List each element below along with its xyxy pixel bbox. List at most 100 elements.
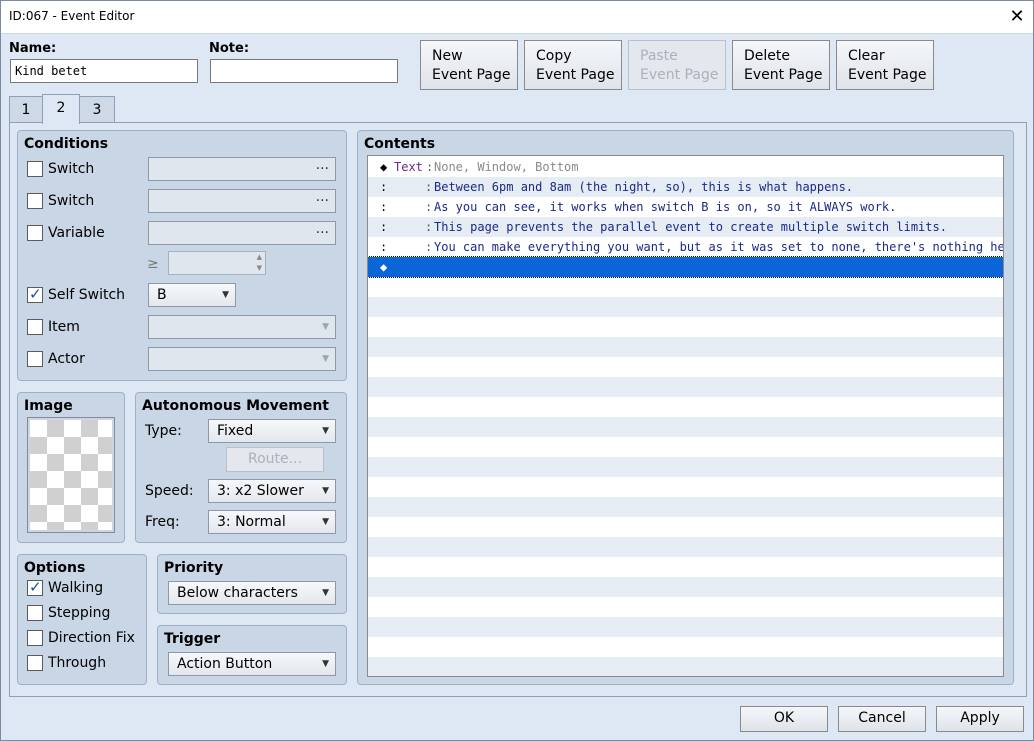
paste-event-page-button[interactable]: Paste Event Page <box>628 40 726 90</box>
options-title: Options <box>24 560 86 576</box>
tab-page-3[interactable]: 3 <box>79 96 115 122</box>
variable-value-spinner[interactable]: ▲ ▼ <box>168 251 266 275</box>
chevron-down-icon: ▼ <box>322 588 329 598</box>
tab-page-1[interactable]: 1 <box>9 96 43 122</box>
self-switch-label: Self Switch <box>48 287 126 303</box>
movement-speed-value: 3: x2 Slower <box>217 483 304 499</box>
button-line: Event Page <box>848 67 927 83</box>
variable-checkbox[interactable] <box>27 225 43 241</box>
speed-label: Speed: <box>145 483 194 499</box>
button-line: Event Page <box>640 67 719 83</box>
actor-label: Actor <box>48 351 85 367</box>
switch1-label: Switch <box>48 161 95 177</box>
priority-dropdown[interactable]: Below characters ▼ <box>168 581 336 605</box>
actor-dropdown[interactable]: ▼ <box>148 347 336 371</box>
event-command-list[interactable]: ◆ Text : None, Window, Bottom : : Betwee… <box>367 155 1004 677</box>
empty-row <box>368 497 1003 517</box>
button-line: Event Page <box>744 67 823 83</box>
new-event-page-button[interactable]: New Event Page <box>420 40 518 90</box>
copy-event-page-button[interactable]: Copy Event Page <box>524 40 622 90</box>
direction-fix-checkbox[interactable] <box>27 630 43 646</box>
switch2-field[interactable]: ... <box>148 189 336 213</box>
switch2-checkbox[interactable] <box>27 193 43 209</box>
chevron-down-icon: ▼ <box>322 426 329 436</box>
row-marker: ◆ <box>380 260 388 274</box>
ok-button[interactable]: OK <box>740 706 828 732</box>
stepping-checkbox[interactable] <box>27 605 43 621</box>
window-title: ID:067 - Event Editor <box>9 9 135 23</box>
command-row[interactable]: : : Between 6pm and 8am (the night, so),… <box>368 177 1003 197</box>
command-args: You can make everything you want, but as… <box>434 240 1004 254</box>
apply-button[interactable]: Apply <box>936 706 1024 732</box>
row-marker: : <box>380 240 388 254</box>
switch1-checkbox[interactable] <box>27 161 43 177</box>
conditions-title: Conditions <box>24 136 109 152</box>
empty-row <box>368 417 1003 437</box>
row-colon: : <box>425 240 433 254</box>
delete-event-page-button[interactable]: Delete Event Page <box>732 40 830 90</box>
variable-field[interactable]: ... <box>148 221 336 245</box>
item-checkbox[interactable] <box>27 319 43 335</box>
row-colon: : <box>425 180 433 194</box>
movement-type-dropdown[interactable]: Fixed ▼ <box>208 419 336 443</box>
walking-label: Walking <box>48 580 104 596</box>
walking-checkbox[interactable] <box>27 578 43 596</box>
freq-label: Freq: <box>145 514 180 530</box>
row-colon: : <box>426 160 434 174</box>
movement-speed-dropdown[interactable]: 3: x2 Slower ▼ <box>208 479 336 503</box>
command-row[interactable]: : : You can make everything you want, bu… <box>368 237 1003 257</box>
switch2-label: Switch <box>48 193 95 209</box>
name-input[interactable]: Kind betet <box>10 59 198 83</box>
clear-event-page-button[interactable]: Clear Event Page <box>836 40 934 90</box>
switch1-field[interactable]: ... <box>148 157 336 181</box>
self-switch-checkbox[interactable] <box>27 285 43 303</box>
button-line: New <box>432 48 463 64</box>
direction-fix-label: Direction Fix <box>48 630 135 646</box>
self-switch-dropdown[interactable]: B ▼ <box>148 283 236 307</box>
image-title: Image <box>24 398 73 414</box>
command-row[interactable]: : : This page prevents the parallel even… <box>368 217 1003 237</box>
command-name: Text <box>394 160 423 174</box>
empty-row <box>368 617 1003 637</box>
movement-type-value: Fixed <box>217 423 254 439</box>
chevron-down-icon: ▼ <box>322 659 329 669</box>
type-label: Type: <box>145 423 182 439</box>
close-icon[interactable]: ✕ <box>1005 5 1029 29</box>
movement-freq-dropdown[interactable]: 3: Normal ▼ <box>208 510 336 534</box>
actor-checkbox[interactable] <box>27 351 43 367</box>
item-dropdown[interactable]: ▼ <box>148 315 336 339</box>
button-line: Event Page <box>536 67 615 83</box>
row-marker: : <box>380 200 388 214</box>
empty-row <box>368 537 1003 557</box>
priority-title: Priority <box>164 560 224 576</box>
chevron-down-icon: ▼ <box>222 290 229 300</box>
command-row[interactable]: : : As you can see, it works when switch… <box>368 197 1003 217</box>
note-input[interactable] <box>210 59 398 83</box>
event-image-preview[interactable] <box>27 417 115 533</box>
trigger-dropdown[interactable]: Action Button ▼ <box>168 652 336 676</box>
command-row-selected[interactable]: ◆ <box>368 256 1003 278</box>
button-line: Copy <box>536 48 572 64</box>
through-checkbox[interactable] <box>27 655 43 671</box>
chevron-down-icon: ▼ <box>322 354 329 364</box>
spin-up-icon[interactable]: ▲ <box>257 253 262 261</box>
trigger-title: Trigger <box>164 631 221 647</box>
route-button[interactable]: Route... <box>226 447 324 472</box>
tab-page-2[interactable]: 2 <box>42 94 80 124</box>
empty-row <box>368 457 1003 477</box>
spin-down-icon[interactable]: ▼ <box>257 264 262 272</box>
chevron-down-icon: ▼ <box>322 517 329 527</box>
row-colon: : <box>425 200 433 214</box>
title-bar: ID:067 - Event Editor ✕ <box>1 1 1033 34</box>
switch2-dots: ... <box>315 189 329 205</box>
cancel-button[interactable]: Cancel <box>838 706 926 732</box>
chevron-down-icon: ▼ <box>322 322 329 332</box>
note-label: Note: <box>209 41 250 56</box>
name-label: Name: <box>9 41 57 56</box>
row-marker: : <box>380 220 388 234</box>
ge-symbol: ≥ <box>147 256 159 272</box>
button-line: Event Page <box>432 67 511 83</box>
chevron-down-icon: ▼ <box>322 486 329 496</box>
command-row[interactable]: ◆ Text : None, Window, Bottom <box>368 157 1003 177</box>
stepping-label: Stepping <box>48 605 111 621</box>
